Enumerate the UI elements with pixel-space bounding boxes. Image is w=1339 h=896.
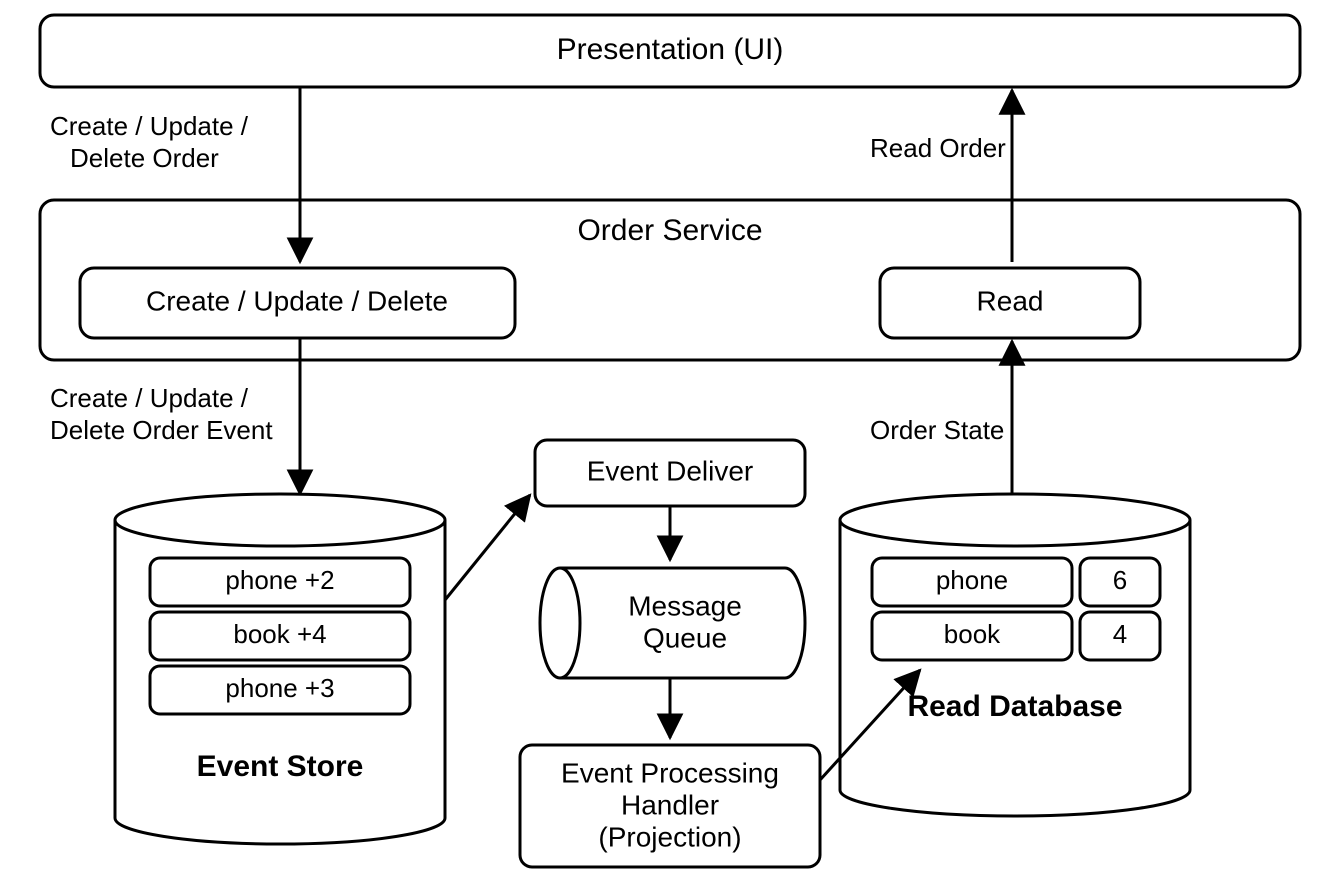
edge-readdb-to-read: Order State <box>870 415 1004 445</box>
read-row-1-val: 4 <box>1113 619 1127 649</box>
event-store-title: Event Store <box>197 750 364 783</box>
arrow-eph-to-readdb <box>820 670 920 780</box>
event-deliver-label: Event Deliver <box>587 455 754 486</box>
edge-cud-to-store-l1: Create / Update / <box>50 383 249 413</box>
cud-label: Create / Update / Delete <box>146 285 448 316</box>
edge-cud-to-store-l2: Delete Order Event <box>50 415 273 445</box>
read-database: phone 6 book 4 Read Database <box>840 494 1190 816</box>
cqrs-diagram: Presentation (UI) Create / Update / Dele… <box>0 0 1339 896</box>
edge-read-to-ui: Read Order <box>870 133 1006 163</box>
eph-label-1: Event Processing <box>561 757 779 788</box>
eph-label-2: Handler <box>621 789 719 820</box>
message-queue-label-2: Queue <box>643 622 727 653</box>
message-queue-label-1: Message <box>628 590 742 621</box>
event-row-1: book +4 <box>233 619 326 649</box>
read-database-title: Read Database <box>907 690 1122 723</box>
read-row-0-val: 6 <box>1113 565 1127 595</box>
message-queue: Message Queue <box>540 568 805 678</box>
arrow-store-to-deliver <box>445 495 530 600</box>
event-row-2: phone +3 <box>225 673 334 703</box>
edge-ui-to-cud-l1: Create / Update / <box>50 111 249 141</box>
read-label: Read <box>977 285 1044 316</box>
read-row-0-key: phone <box>936 565 1008 595</box>
order-service-label: Order Service <box>577 214 762 247</box>
event-row-0: phone +2 <box>225 565 334 595</box>
event-store: phone +2 book +4 phone +3 Event Store <box>115 494 445 844</box>
read-row-1-key: book <box>944 619 1001 649</box>
presentation-label: Presentation (UI) <box>557 33 784 66</box>
edge-ui-to-cud-l2: Delete Order <box>70 143 219 173</box>
eph-label-3: (Projection) <box>598 821 741 852</box>
